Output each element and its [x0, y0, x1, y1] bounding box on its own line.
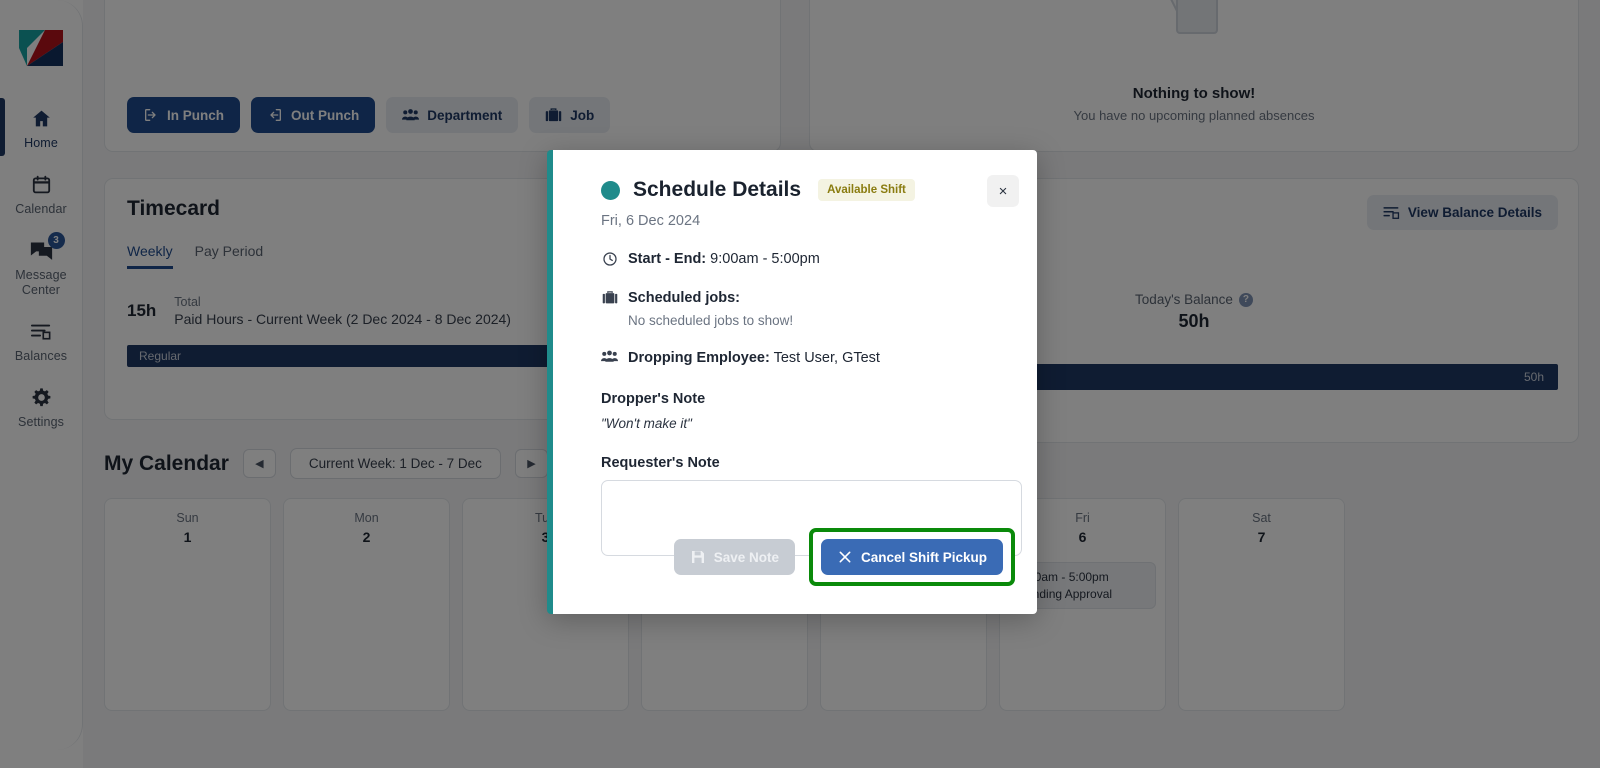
- dropping-employee-row: Dropping Employee: Test User, GTest: [601, 349, 1015, 367]
- status-dot-icon: [601, 180, 620, 200]
- cancel-shift-pickup-button[interactable]: Cancel Shift Pickup: [820, 539, 1003, 575]
- clock-icon: [601, 251, 618, 267]
- scheduled-jobs-row: Scheduled jobs: No scheduled jobs to sho…: [601, 289, 1015, 328]
- start-end-label: Start - End:: [628, 251, 707, 267]
- start-end-row: Start - End: 9:00am - 5:00pm: [601, 250, 1015, 268]
- people-icon: [601, 350, 618, 363]
- modal-header: Schedule Details Available Shift: [601, 178, 1015, 202]
- modal-actions: Save Note Cancel Shift Pickup: [673, 528, 1015, 586]
- dropping-employee-text: Dropping Employee: Test User, GTest: [628, 349, 880, 367]
- scheduled-jobs-text: Scheduled jobs: No scheduled jobs to sho…: [628, 289, 793, 328]
- modal-date: Fri, 6 Dec 2024: [601, 213, 701, 229]
- requesters-note-label: Requester's Note: [601, 455, 720, 471]
- close-x-icon: [837, 549, 853, 565]
- droppers-note-label: Dropper's Note: [601, 391, 706, 407]
- cancel-shift-pickup-highlight: Cancel Shift Pickup: [808, 528, 1015, 586]
- dropping-employee-label: Dropping Employee:: [628, 350, 770, 366]
- close-icon[interactable]: ×: [987, 175, 1019, 207]
- droppers-note-value: "Won't make it": [601, 416, 692, 431]
- app-root: Home Calendar 3: [0, 0, 1600, 768]
- save-note-button[interactable]: Save Note: [673, 539, 795, 575]
- status-badge: Available Shift: [818, 179, 915, 201]
- dropping-employee-value: Test User, GTest: [773, 350, 880, 366]
- start-end-value: 9:00am - 5:00pm: [710, 251, 820, 267]
- modal-title: Schedule Details: [633, 178, 802, 201]
- save-icon: [690, 549, 706, 565]
- start-end-text: Start - End: 9:00am - 5:00pm: [628, 250, 820, 268]
- scheduled-jobs-empty: No scheduled jobs to show!: [628, 313, 794, 328]
- save-note-label: Save Note: [713, 549, 779, 565]
- schedule-details-modal: Schedule Details Available Shift × Fri, …: [547, 150, 1037, 614]
- briefcase-icon: [601, 290, 618, 305]
- cancel-shift-pickup-label: Cancel Shift Pickup: [860, 549, 987, 565]
- scheduled-jobs-label: Scheduled jobs:: [628, 290, 740, 306]
